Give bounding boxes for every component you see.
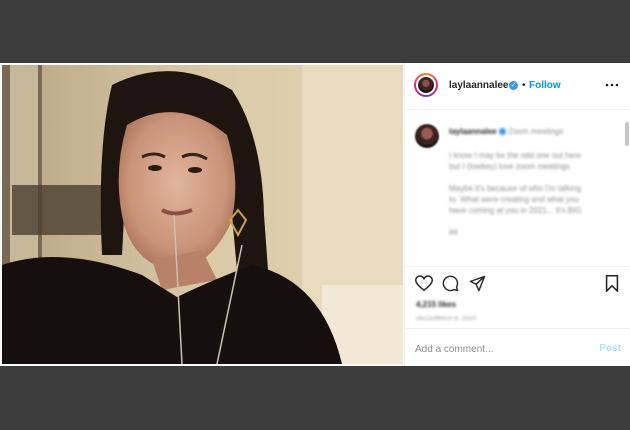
separator-dot: • [522,80,526,91]
caption-header: laylaannalee Zoom meetings [449,127,564,136]
like-heart-icon[interactable] [415,275,433,292]
post-sidebar: laylaannalee ✓ • Follow laylaannalee Zoo… [404,63,630,366]
avatar[interactable] [414,73,438,97]
post-comment-button[interactable]: Post [599,343,621,354]
post-header: laylaannalee ✓ • Follow [405,63,630,110]
add-comment-bar: Post [405,328,630,367]
comment-input[interactable] [415,341,585,357]
verified-badge-icon: ✓ [509,81,518,90]
share-send-icon[interactable] [469,275,486,292]
save-bookmark-icon[interactable] [605,275,619,292]
instagram-post: laylaannalee ✓ • Follow laylaannalee Zoo… [0,63,630,366]
selfie-image [2,65,403,364]
comments-scrollbar[interactable] [625,122,629,146]
follow-button[interactable]: Follow [529,80,561,91]
likes-count[interactable]: 4,215 likes [416,299,456,310]
username-link[interactable]: laylaannalee [449,80,508,91]
more-options-icon[interactable] [605,82,619,88]
caption-body: I know I may be the odd one out here but… [449,151,582,237]
comment-icon[interactable] [442,275,459,292]
caption-avatar[interactable] [415,124,439,148]
actions-bar: 4,215 likes DECEMBER 6, 2020 [405,266,630,329]
post-photo[interactable] [2,65,403,364]
post-date: DECEMBER 6, 2020 [416,316,477,322]
